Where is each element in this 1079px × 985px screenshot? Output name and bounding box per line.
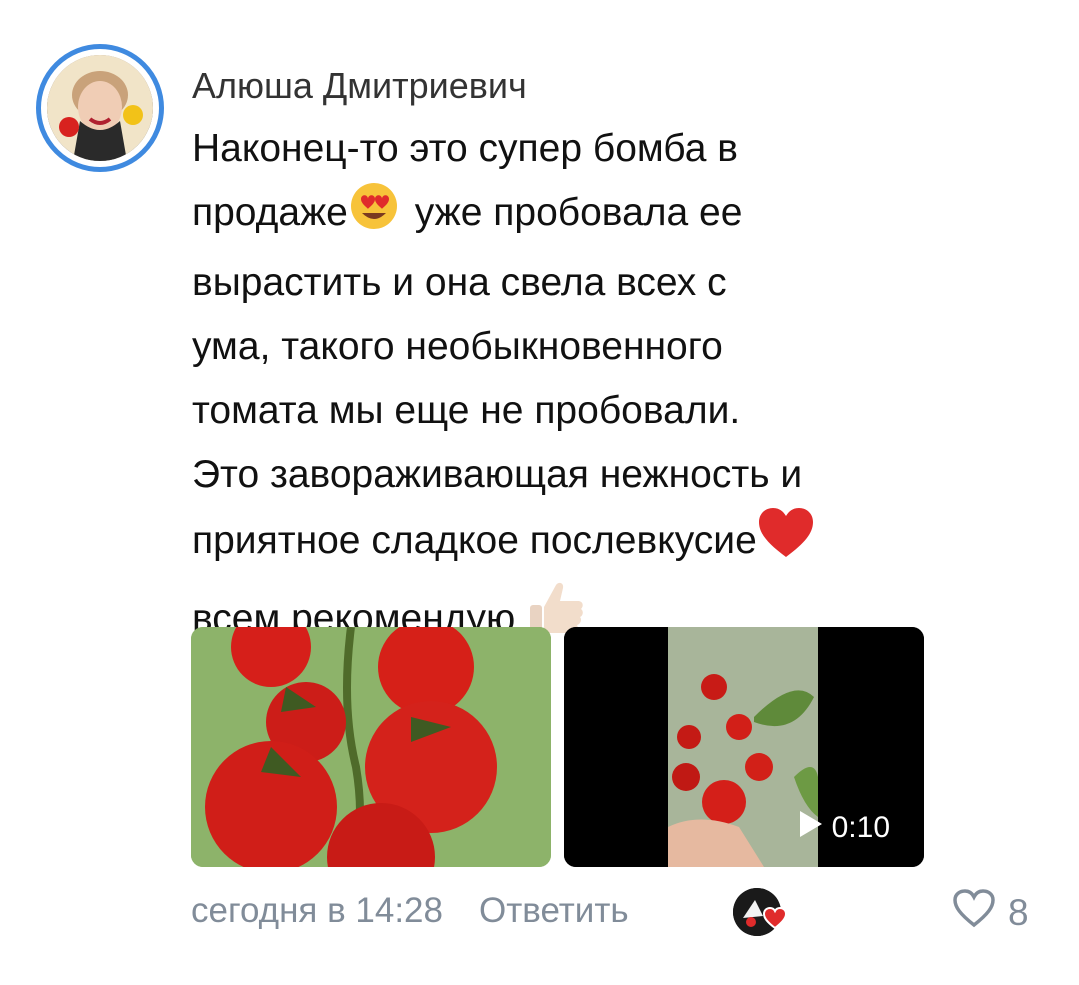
comment-line-part: продаже: [192, 191, 348, 234]
heart-outline-icon: [952, 888, 996, 937]
comment-line: Наконец-то это супер бомба в: [192, 127, 738, 170]
comment-line-part: уже пробовала ее: [414, 191, 743, 234]
author-avatar[interactable]: [36, 44, 164, 172]
reply-button[interactable]: Ответить: [479, 891, 629, 931]
comment-line: приятное сладкое послевкусие: [192, 507, 952, 579]
comment-line-part: приятное сладкое послевкусие: [192, 519, 757, 562]
tomato-photo[interactable]: [191, 627, 551, 867]
comment-line: вырастить и она свела всех с: [192, 261, 727, 304]
comment-line: ума, такого необыкновенного: [192, 325, 723, 368]
comment-line: Это завораживающая нежность и: [192, 453, 803, 496]
avatar-image: [47, 55, 153, 161]
comment-line: продаже уже пробовала ее: [192, 181, 952, 251]
comment-line: томата мы еще не пробовали.: [192, 389, 741, 432]
comment-text: Наконец-то это супер бомба в продаже уже…: [192, 117, 952, 657]
like-count: 8: [1008, 891, 1029, 933]
play-icon: [798, 809, 824, 847]
author-name[interactable]: Алюша Дмитриевич: [192, 64, 527, 108]
like-button[interactable]: 8: [952, 888, 1029, 937]
comment-footer: сегодня в 14:28 Ответить: [191, 885, 629, 937]
heart-eyes-emoji: [348, 181, 404, 251]
red-heart-emoji: [757, 507, 815, 579]
comment-timestamp: сегодня в 14:28: [191, 891, 443, 930]
tomato-video[interactable]: 0:10: [564, 627, 924, 867]
reactor-avatar[interactable]: [733, 888, 788, 936]
video-duration-badge: 0:10: [798, 809, 890, 847]
video-duration: 0:10: [831, 811, 890, 844]
